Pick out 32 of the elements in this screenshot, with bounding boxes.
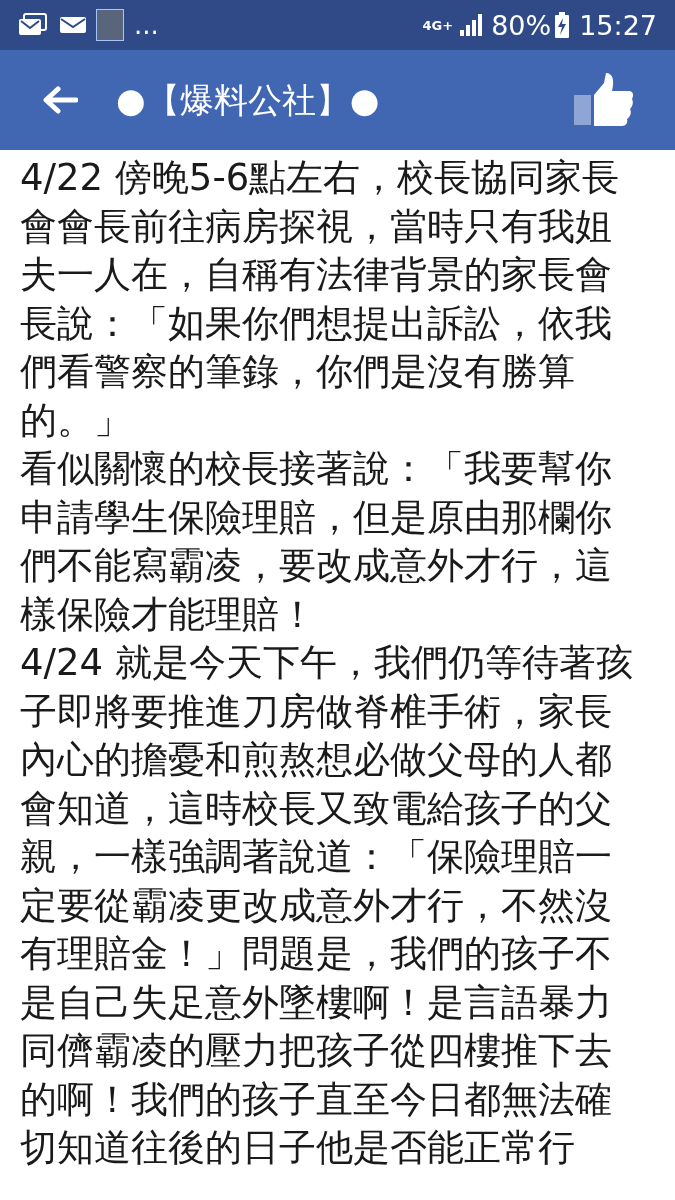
- text-line: 申請學生保險理賠，但是原由那欄你: [20, 494, 612, 541]
- network-type: 4G+: [422, 18, 454, 32]
- signal-icon: [459, 13, 484, 37]
- text-line: 定要從霸凌更改成意外才行，不然沒: [20, 882, 612, 929]
- text-line: 內心的擔憂和煎熬想必做父母的人都: [20, 737, 612, 783]
- text-line: 們看警察的筆錄，你們是沒有勝算: [20, 349, 575, 395]
- like-button[interactable]: [573, 72, 635, 128]
- battery-percent: 80%: [491, 11, 552, 39]
- text-line: 4/22 傍晚5-6點左右，校長協同家長: [20, 155, 620, 201]
- mail-icon: [60, 15, 86, 35]
- text-line: 4/24 就是今天下午，我們仍等待著孩: [20, 640, 633, 686]
- text-line: 切知道往後的日子他是否能正常行: [20, 1125, 575, 1171]
- text-line: 子即將要推進刀房做脊椎手術，家長: [20, 688, 612, 735]
- battery-charging-icon: [555, 12, 570, 38]
- text-line: 們不能寫霸凌，要改成意外才行，這: [20, 543, 612, 589]
- text-line: 長說：「如果你們想提出訴訟，依我: [20, 300, 612, 347]
- app-thumbnail-icon: [96, 9, 124, 41]
- text-line: 的啊！我們的孩子直至今日都無法確: [20, 1076, 612, 1123]
- text-line: 會知道，這時校長又致電給孩子的父: [20, 785, 612, 832]
- text-line: 有理賠金！」問題是，我們的孩子不: [20, 931, 612, 977]
- text-line: 看似關懷的校長接著說：「我要幫你: [20, 446, 612, 492]
- clock: 15:27: [579, 11, 657, 39]
- text-line: 同儕霸凌的壓力把孩子從四樓推下去: [20, 1028, 612, 1074]
- text-line: 的。」: [20, 397, 131, 444]
- more-notifications: ...: [134, 12, 159, 38]
- text-line: 會會長前往病房探視，當時只有我姐: [20, 203, 612, 250]
- notification-icon: [18, 13, 48, 37]
- text-line: 親，一樣強調著說道：「保險理賠一: [20, 834, 612, 880]
- text-line: 樣保險才能理賠！: [20, 591, 316, 638]
- text-line: 夫一人在，自稱有法律背景的家長會: [20, 252, 612, 298]
- page-title: ●【爆料公社】●: [116, 83, 380, 117]
- text-line: 是自己失足意外墜樓啊！是言語暴力: [20, 979, 612, 1026]
